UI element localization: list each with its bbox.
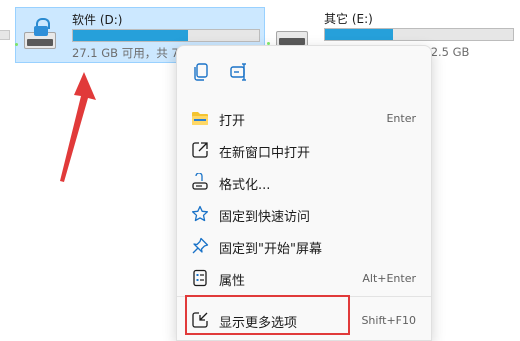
menu-item-label: 打开 bbox=[219, 114, 246, 129]
folder-open-icon bbox=[192, 112, 208, 125]
usage-bar bbox=[72, 29, 260, 42]
pin-icon bbox=[192, 237, 209, 254]
drive-name: 软件 (D:) bbox=[72, 13, 123, 27]
menu-item-shortcut: Shift+F10 bbox=[361, 314, 416, 327]
menu-item-format[interactable]: 格式化... bbox=[183, 167, 426, 197]
rename-button[interactable] bbox=[225, 58, 253, 86]
format-drive-icon bbox=[192, 173, 208, 190]
annotation-highlight-box bbox=[185, 295, 350, 335]
menu-item-pin-quick-access[interactable]: 固定到快速访问 bbox=[183, 199, 426, 229]
star-icon bbox=[191, 205, 209, 222]
menu-item-label: 在新窗口中打开 bbox=[219, 146, 311, 161]
copy-button[interactable] bbox=[187, 58, 215, 86]
menu-item-label: 属性 bbox=[219, 274, 246, 289]
menu-item-open[interactable]: 打开 Enter bbox=[183, 103, 426, 133]
usage-bar-fill bbox=[325, 29, 393, 40]
new-window-icon bbox=[192, 142, 208, 158]
rename-icon bbox=[230, 63, 246, 81]
copy-icon bbox=[194, 63, 208, 81]
previous-drive-bar-edge bbox=[0, 30, 10, 40]
drive-name: 其它 (E:) bbox=[324, 12, 373, 26]
menu-item-pin-start[interactable]: 固定到"开始"屏幕 bbox=[183, 231, 426, 261]
menu-item-label: 固定到快速访问 bbox=[219, 210, 311, 225]
menu-item-label: 格式化... bbox=[219, 178, 271, 193]
menu-item-properties[interactable]: 属性 Alt+Enter bbox=[183, 263, 426, 293]
menu-item-shortcut: Enter bbox=[386, 112, 416, 125]
usage-bar-fill bbox=[73, 30, 189, 41]
usage-bar bbox=[324, 28, 514, 41]
properties-icon bbox=[193, 269, 207, 287]
menu-item-shortcut: Alt+Enter bbox=[362, 272, 416, 285]
annotation-arrow bbox=[60, 72, 96, 182]
menu-item-label: 固定到"开始"屏幕 bbox=[219, 242, 322, 257]
menu-item-open-new-window[interactable]: 在新窗口中打开 bbox=[183, 135, 426, 165]
